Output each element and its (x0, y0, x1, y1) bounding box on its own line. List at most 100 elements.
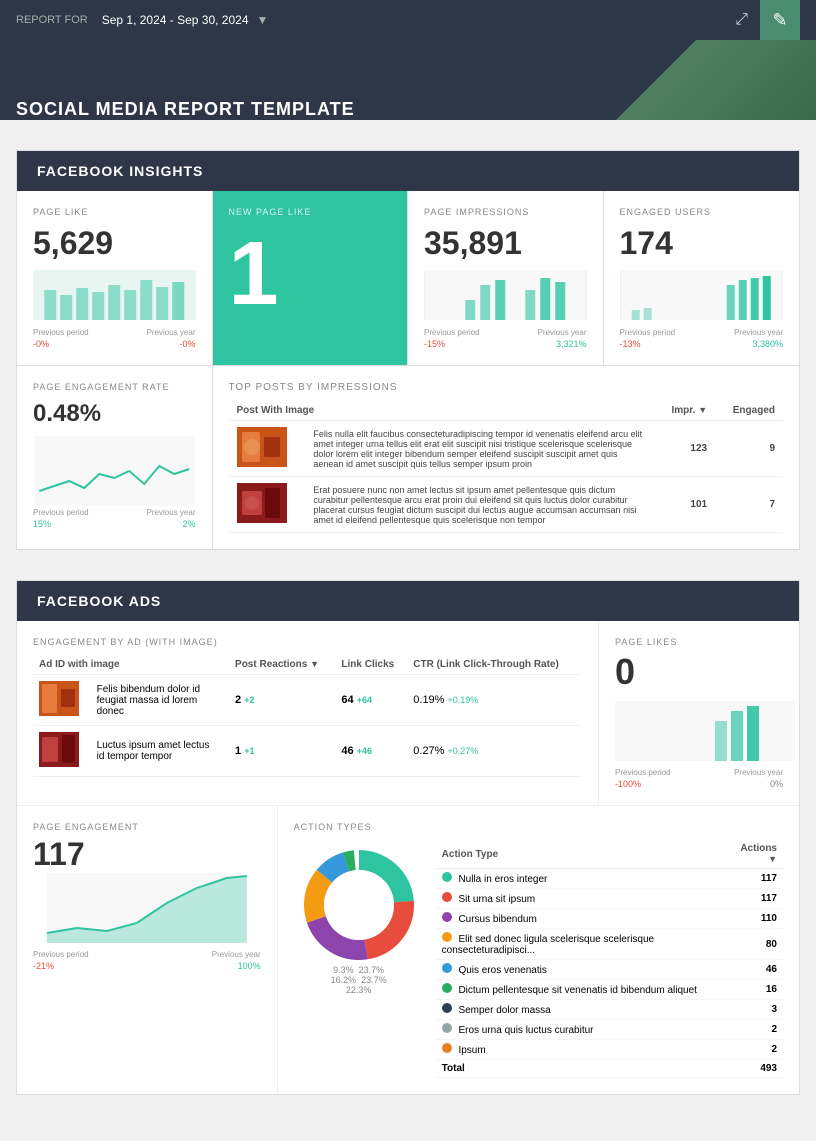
year-change: 100% (238, 961, 261, 971)
post-thumbnail-2 (229, 477, 306, 533)
col-actions[interactable]: Actions ▼ (724, 840, 783, 869)
page-impressions-chart-labels: Previous period Previous year (424, 328, 587, 337)
col-impr[interactable]: Impr. ▼ (655, 401, 715, 421)
engagement-rate-label: PAGE ENGAGEMENT RATE (33, 382, 196, 392)
table-row: Ipsum 2 (436, 1040, 783, 1060)
ads-top-row: ENGAGEMENT BY AD (WITH IMAGE) Ad ID with… (17, 621, 799, 805)
top-metrics-grid: PAGE LIKE 5,629 (17, 191, 799, 366)
action-value: 110 (724, 909, 783, 929)
col-clicks: Link Clicks (335, 655, 407, 675)
share-icon: ⤢ (735, 11, 748, 28)
page-likes-chart-labels: Previous period Previous year (615, 768, 783, 777)
table-row: Dictum pellentesque sit venenatis id bib… (436, 980, 783, 1000)
action-value: 46 (724, 960, 783, 980)
col-ctr: CTR (Link Click-Through Rate) (407, 655, 582, 675)
facebook-ads-label: FACEBOOK ADS (37, 593, 161, 609)
page-likes-changes: -100% 0% (615, 779, 783, 789)
action-type-label: Ipsum (436, 1040, 725, 1060)
action-label: Cursus bibendum (458, 914, 536, 925)
top-posts-title: TOP POSTS BY IMPRESSIONS (229, 382, 784, 393)
facebook-ads-header: FACEBOOK ADS (17, 581, 799, 621)
ad-ctr-2: 0.27% +0.27% (407, 726, 582, 777)
color-indicator (442, 1023, 452, 1033)
action-label: Semper dolor massa (458, 1005, 550, 1016)
action-value: 16 (724, 980, 783, 1000)
page-engagement-chart (33, 873, 261, 948)
engaged-users-card: ENGAGED USERS 174 Previous period (604, 191, 800, 365)
page-engagement-value: 117 (33, 836, 261, 873)
ad-clicks-1: 64 +64 (335, 675, 407, 726)
col-ad: Ad ID with image (33, 655, 229, 675)
top-bar-right: ⤢ ✎ (731, 0, 800, 40)
year-label: Previous year (147, 328, 196, 337)
color-indicator (442, 872, 452, 882)
engagement-rate-chart (33, 436, 196, 506)
post-thumbnail-1 (229, 421, 306, 477)
main-content: FACEBOOK INSIGHTS PAGE LIKE 5,629 (0, 120, 816, 1141)
table-row: Erat posuere nunc non amet lectus sit ip… (229, 477, 784, 533)
period-label: Previous period (424, 328, 480, 337)
period-change: -0% (33, 339, 49, 349)
action-types-panel: ACTION TYPES (278, 806, 799, 1094)
col-reactions[interactable]: Post Reactions ▼ (229, 655, 335, 675)
table-row: Quis eros venenatis 46 (436, 960, 783, 980)
page-likes-value: 0 (615, 651, 783, 693)
color-indicator (442, 963, 452, 973)
engagement-by-ad-label: ENGAGEMENT BY AD (WITH IMAGE) (33, 637, 582, 647)
period-change: 15% (33, 519, 51, 529)
action-label: Eros urna quis luctus curabitur (458, 1025, 593, 1036)
page-engagement-rate-card: PAGE ENGAGEMENT RATE 0.48% Previous peri… (17, 366, 213, 549)
color-indicator (442, 912, 452, 922)
action-type-label: Sit urna sit ipsum (436, 889, 725, 909)
total-label: Total (436, 1060, 725, 1078)
edit-button[interactable]: ✎ (760, 0, 800, 40)
ad-clicks-2: 46 +46 (335, 726, 407, 777)
post-engaged-1: 9 (715, 421, 783, 477)
year-label: Previous year (147, 508, 196, 517)
page-engagement-labels: Previous period Previous year (33, 950, 261, 959)
share-button[interactable]: ⤢ (731, 7, 752, 33)
col-action-type: Action Type (436, 840, 725, 869)
period-change: -21% (33, 961, 54, 971)
page-engagement-label: PAGE ENGAGEMENT (33, 822, 261, 832)
period-label: Previous period (615, 768, 671, 777)
dropdown-arrow-icon[interactable]: ▼ (257, 13, 269, 27)
period-change: -13% (620, 339, 641, 349)
year-change: -0% (179, 339, 195, 349)
post-text-2: Erat posuere nunc non amet lectus sit ip… (305, 477, 655, 533)
facebook-insights-section: FACEBOOK INSIGHTS PAGE LIKE 5,629 (16, 150, 800, 550)
page-impressions-card: PAGE IMPRESSIONS 35,891 Previous period (408, 191, 604, 365)
table-row: Nulla in eros integer 117 (436, 869, 783, 889)
facebook-ads-section: FACEBOOK ADS ENGAGEMENT BY AD (WITH IMAG… (16, 580, 800, 1095)
page-like-chart (33, 270, 196, 320)
year-change: 3,380% (752, 339, 783, 349)
year-change: 2% (182, 519, 195, 529)
page-title: SOCIAL MEDIA REPORT TEMPLATE (16, 99, 355, 120)
top-bar: REPORT FOR Sep 1, 2024 - Sep 30, 2024 ▼ … (0, 0, 816, 40)
page-impressions-value: 35,891 (424, 225, 587, 262)
col-post: Post With Image (229, 401, 655, 421)
period-change: -100% (615, 779, 641, 789)
color-indicator (442, 932, 452, 942)
ads-table: Ad ID with image Post Reactions ▼ Link C… (33, 655, 582, 777)
new-page-like-card: NEW PAGE LIKE 1 (213, 191, 409, 365)
page-likes-sidebar: PAGE LIKES 0 Previous period Previous ye… (599, 621, 799, 805)
action-type-label: Dictum pellentesque sit venenatis id bib… (436, 980, 725, 1000)
page-like-value: 5,629 (33, 225, 196, 262)
top-posts-panel: TOP POSTS BY IMPRESSIONS Post With Image… (213, 366, 800, 549)
engaged-users-changes: -13% 3,380% (620, 339, 784, 349)
action-value: 117 (724, 889, 783, 909)
page-engagement-changes: -21% 100% (33, 961, 261, 971)
table-row: Cursus bibendum 110 (436, 909, 783, 929)
period-label: Previous period (33, 950, 89, 959)
action-value: 2 (724, 1040, 783, 1060)
post-impr-1: 123 (655, 421, 715, 477)
year-label: Previous year (734, 768, 783, 777)
period-label: Previous period (33, 328, 89, 337)
table-row: Felis nulla elit faucibus consecteturadi… (229, 421, 784, 477)
color-indicator (442, 983, 452, 993)
year-label: Previous year (734, 328, 783, 337)
action-type-label: Quis eros venenatis (436, 960, 725, 980)
top-bar-left: REPORT FOR Sep 1, 2024 - Sep 30, 2024 ▼ (16, 13, 268, 27)
year-label: Previous year (212, 950, 261, 959)
